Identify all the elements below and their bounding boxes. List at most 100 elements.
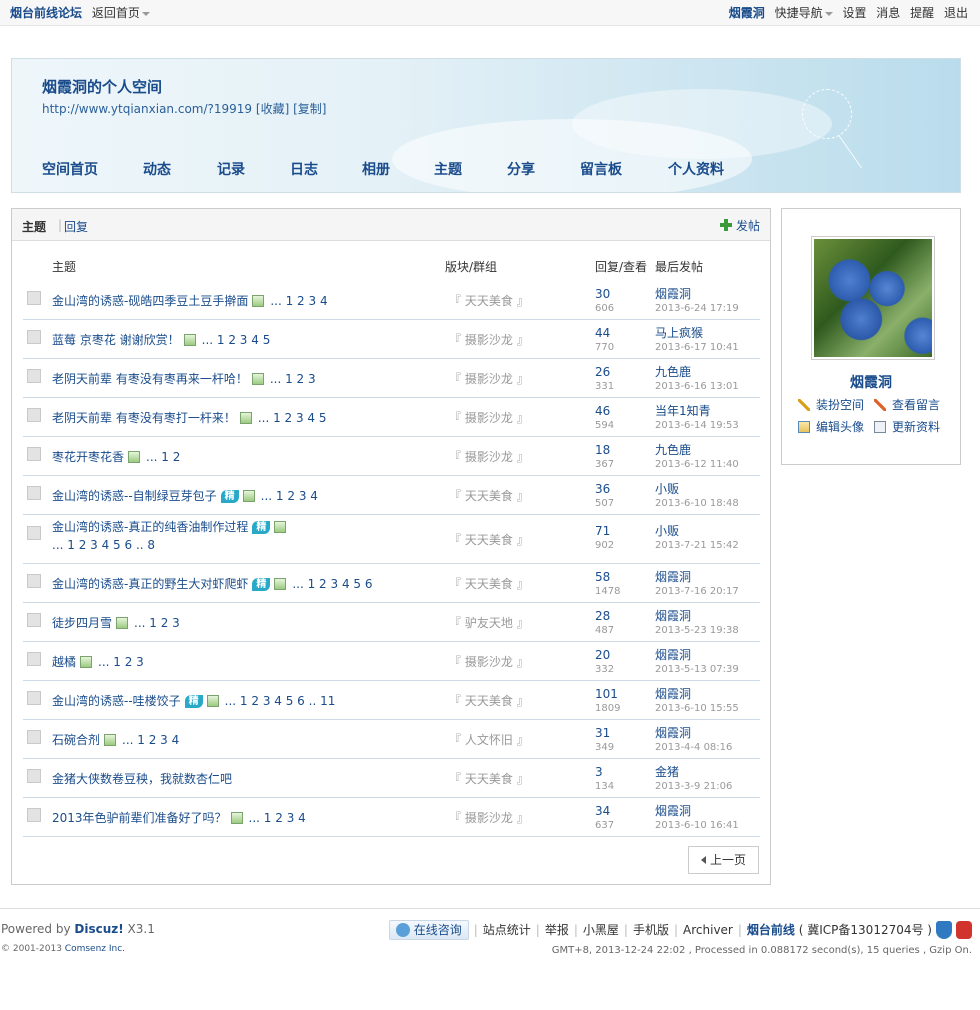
prev-page-button[interactable]: 上一页 <box>688 846 759 874</box>
last-poster-link[interactable]: 烟霞洞 <box>655 287 691 301</box>
thread-pages[interactable]: ... 1 2 3 4 5 6 <box>292 577 372 591</box>
last-post-time-link[interactable]: 2013-6-12 11:40 <box>655 459 739 471</box>
thread-title-link[interactable]: 石碗合剂 <box>52 733 100 747</box>
new-post-button[interactable]: 发帖 <box>719 217 760 234</box>
last-poster-link[interactable]: 烟霞洞 <box>655 648 691 662</box>
tab-topics[interactable]: 主题 <box>22 218 46 235</box>
last-post-time-link[interactable]: 2013-7-16 20:17 <box>655 586 739 598</box>
quick-nav-menu[interactable]: 快捷导航 <box>775 4 833 22</box>
site-home-link[interactable]: 烟台前线 <box>747 923 795 937</box>
last-post-time-link[interactable]: 2013-6-14 19:53 <box>655 420 739 432</box>
thread-title-link[interactable]: 金山湾的诱惑-真正的野生大对虾爬虾 <box>52 577 248 591</box>
online-consult-button[interactable]: 在线咨询 <box>388 920 469 940</box>
remind-link[interactable]: 提醒 <box>910 4 934 22</box>
forum-link[interactable]: 『 摄影沙龙 』 <box>449 409 529 426</box>
nav-topics[interactable]: 主题 <box>434 159 462 179</box>
view-messages-link[interactable]: 查看留言 <box>874 396 940 413</box>
last-poster-link[interactable]: 烟霞洞 <box>655 609 691 623</box>
last-post-time-link[interactable]: 2013-4-4 08:16 <box>655 742 732 754</box>
last-poster-link[interactable]: 烟霞洞 <box>655 687 691 701</box>
thread-title-link[interactable]: 越橘 <box>52 655 76 669</box>
nav-profile[interactable]: 个人资料 <box>668 159 724 179</box>
thread-title-link[interactable]: 2013年色驴前辈们准备好了吗？ <box>52 811 227 825</box>
last-poster-link[interactable]: 烟霞洞 <box>655 570 691 584</box>
certificate-badge-icon[interactable] <box>956 921 972 939</box>
last-post-time-link[interactable]: 2013-6-10 16:41 <box>655 820 739 832</box>
nav-record[interactable]: 记录 <box>217 159 245 179</box>
thread-pages[interactable]: ... 1 2 <box>146 450 180 464</box>
archiver-link[interactable]: Archiver <box>683 923 733 937</box>
thread-title-link[interactable]: 金猪大侠数卷豆秧，我就数杏仁吧 <box>52 772 232 786</box>
nav-guestbook[interactable]: 留言板 <box>580 159 622 179</box>
edit-avatar-link[interactable]: 编辑头像 <box>798 418 864 435</box>
forum-link[interactable]: 『 驴友天地 』 <box>449 614 529 631</box>
thread-pages[interactable]: ... 1 2 3 <box>98 655 144 669</box>
thread-title-link[interactable]: 金山湾的诱惑-真正的纯香油制作过程 <box>52 520 248 534</box>
profile-username[interactable]: 烟霞洞 <box>782 372 960 392</box>
site-name-link[interactable]: 烟台前线论坛 <box>10 4 82 22</box>
messages-link[interactable]: 消息 <box>876 4 900 22</box>
forum-link[interactable]: 『 摄影沙龙 』 <box>449 370 529 387</box>
thread-title-link[interactable]: 金山湾的诱惑--自制绿豆芽包子 <box>52 489 217 503</box>
thread-pages[interactable]: ... 1 2 3 4 5 6 .. 8 <box>52 538 155 552</box>
last-post-time-link[interactable]: 2013-5-13 07:39 <box>655 664 739 676</box>
last-post-time-link[interactable]: 2013-6-17 10:41 <box>655 342 739 354</box>
thread-pages[interactable]: ... 1 2 3 <box>270 372 316 386</box>
last-post-time-link[interactable]: 2013-6-24 17:19 <box>655 303 739 315</box>
avatar[interactable] <box>811 236 935 360</box>
forum-link[interactable]: 『 天天美食 』 <box>449 692 529 709</box>
site-stats-link[interactable]: 站点统计 <box>483 923 531 937</box>
last-post-time-link[interactable]: 2013-6-10 18:48 <box>655 498 739 510</box>
thread-title-link[interactable]: 老阴天前辈 有枣没有枣打一杆来！ <box>52 411 236 425</box>
update-info-link[interactable]: 更新资料 <box>874 418 940 435</box>
last-poster-link[interactable]: 马上疯猴 <box>655 326 703 340</box>
thread-title-link[interactable]: 老阴天前辈 有枣没有枣再来一杆哈！ <box>52 372 248 386</box>
last-poster-link[interactable]: 烟霞洞 <box>655 726 691 740</box>
thread-title-link[interactable]: 金山湾的诱惑--哇楼饺子 <box>52 694 181 708</box>
tab-replies[interactable]: 回复 <box>64 218 88 235</box>
discuz-link[interactable]: Discuz! <box>74 922 123 936</box>
last-post-time-link[interactable]: 2013-6-16 13:01 <box>655 381 739 393</box>
forum-link[interactable]: 『 摄影沙龙 』 <box>449 809 529 826</box>
forum-link[interactable]: 『 天天美食 』 <box>449 575 529 592</box>
thread-title-link[interactable]: 徒步四月雪 <box>52 616 112 630</box>
last-poster-link[interactable]: 九色鹿 <box>655 443 691 457</box>
report-link[interactable]: 举报 <box>545 923 569 937</box>
last-poster-link[interactable]: 小贩 <box>655 524 679 538</box>
forum-link[interactable]: 『 摄影沙龙 』 <box>449 448 529 465</box>
forum-link[interactable]: 『 摄影沙龙 』 <box>449 653 529 670</box>
space-title[interactable]: 烟霞洞的个人空间 <box>42 76 162 97</box>
nav-blog[interactable]: 日志 <box>290 159 318 179</box>
blackroom-link[interactable]: 小黑屋 <box>583 923 619 937</box>
nav-share[interactable]: 分享 <box>507 159 535 179</box>
last-post-time-link[interactable]: 2013-5-23 19:38 <box>655 625 739 637</box>
thread-pages[interactable]: ... 1 2 3 4 5 <box>202 333 271 347</box>
last-post-time-link[interactable]: 2013-7-21 15:42 <box>655 540 739 552</box>
mobile-link[interactable]: 手机版 <box>633 923 669 937</box>
settings-link[interactable]: 设置 <box>842 4 866 22</box>
last-poster-link[interactable]: 九色鹿 <box>655 365 691 379</box>
copy-link[interactable]: [复制] <box>293 102 326 116</box>
thread-pages[interactable]: ... 1 2 3 4 <box>122 733 179 747</box>
last-poster-link[interactable]: 小贩 <box>655 482 679 496</box>
thread-title-link[interactable]: 蓝莓 京枣花 谢谢欣赏！ <box>52 333 180 347</box>
icp-link[interactable]: ( 冀ICP备13012704号 ) <box>799 923 932 937</box>
last-poster-link[interactable]: 当年1知青 <box>655 404 711 418</box>
username-link[interactable]: 烟霞洞 <box>729 4 765 22</box>
thread-pages[interactable]: ... 1 2 3 4 <box>249 811 306 825</box>
thread-pages[interactable]: ... 1 2 3 4 <box>261 489 318 503</box>
forum-link[interactable]: 『 人文怀旧 』 <box>449 731 529 748</box>
nav-album[interactable]: 相册 <box>362 159 390 179</box>
logout-link[interactable]: 退出 <box>944 4 968 22</box>
last-poster-link[interactable]: 烟霞洞 <box>655 804 691 818</box>
thread-pages[interactable]: ... 1 2 3 4 5 6 .. 11 <box>225 694 336 708</box>
forum-link[interactable]: 『 天天美食 』 <box>449 531 529 548</box>
last-post-time-link[interactable]: 2013-6-10 15:55 <box>655 703 739 715</box>
forum-link[interactable]: 『 摄影沙龙 』 <box>449 331 529 348</box>
shield-badge-icon[interactable] <box>936 921 952 939</box>
nav-space-home[interactable]: 空间首页 <box>42 159 98 179</box>
favorite-link[interactable]: [收藏] <box>256 102 289 116</box>
comsenz-link[interactable]: Comsenz Inc. <box>65 944 125 954</box>
back-home-link[interactable]: 返回首页 <box>92 4 150 22</box>
thread-pages[interactable]: ... 1 2 3 4 5 <box>258 411 327 425</box>
